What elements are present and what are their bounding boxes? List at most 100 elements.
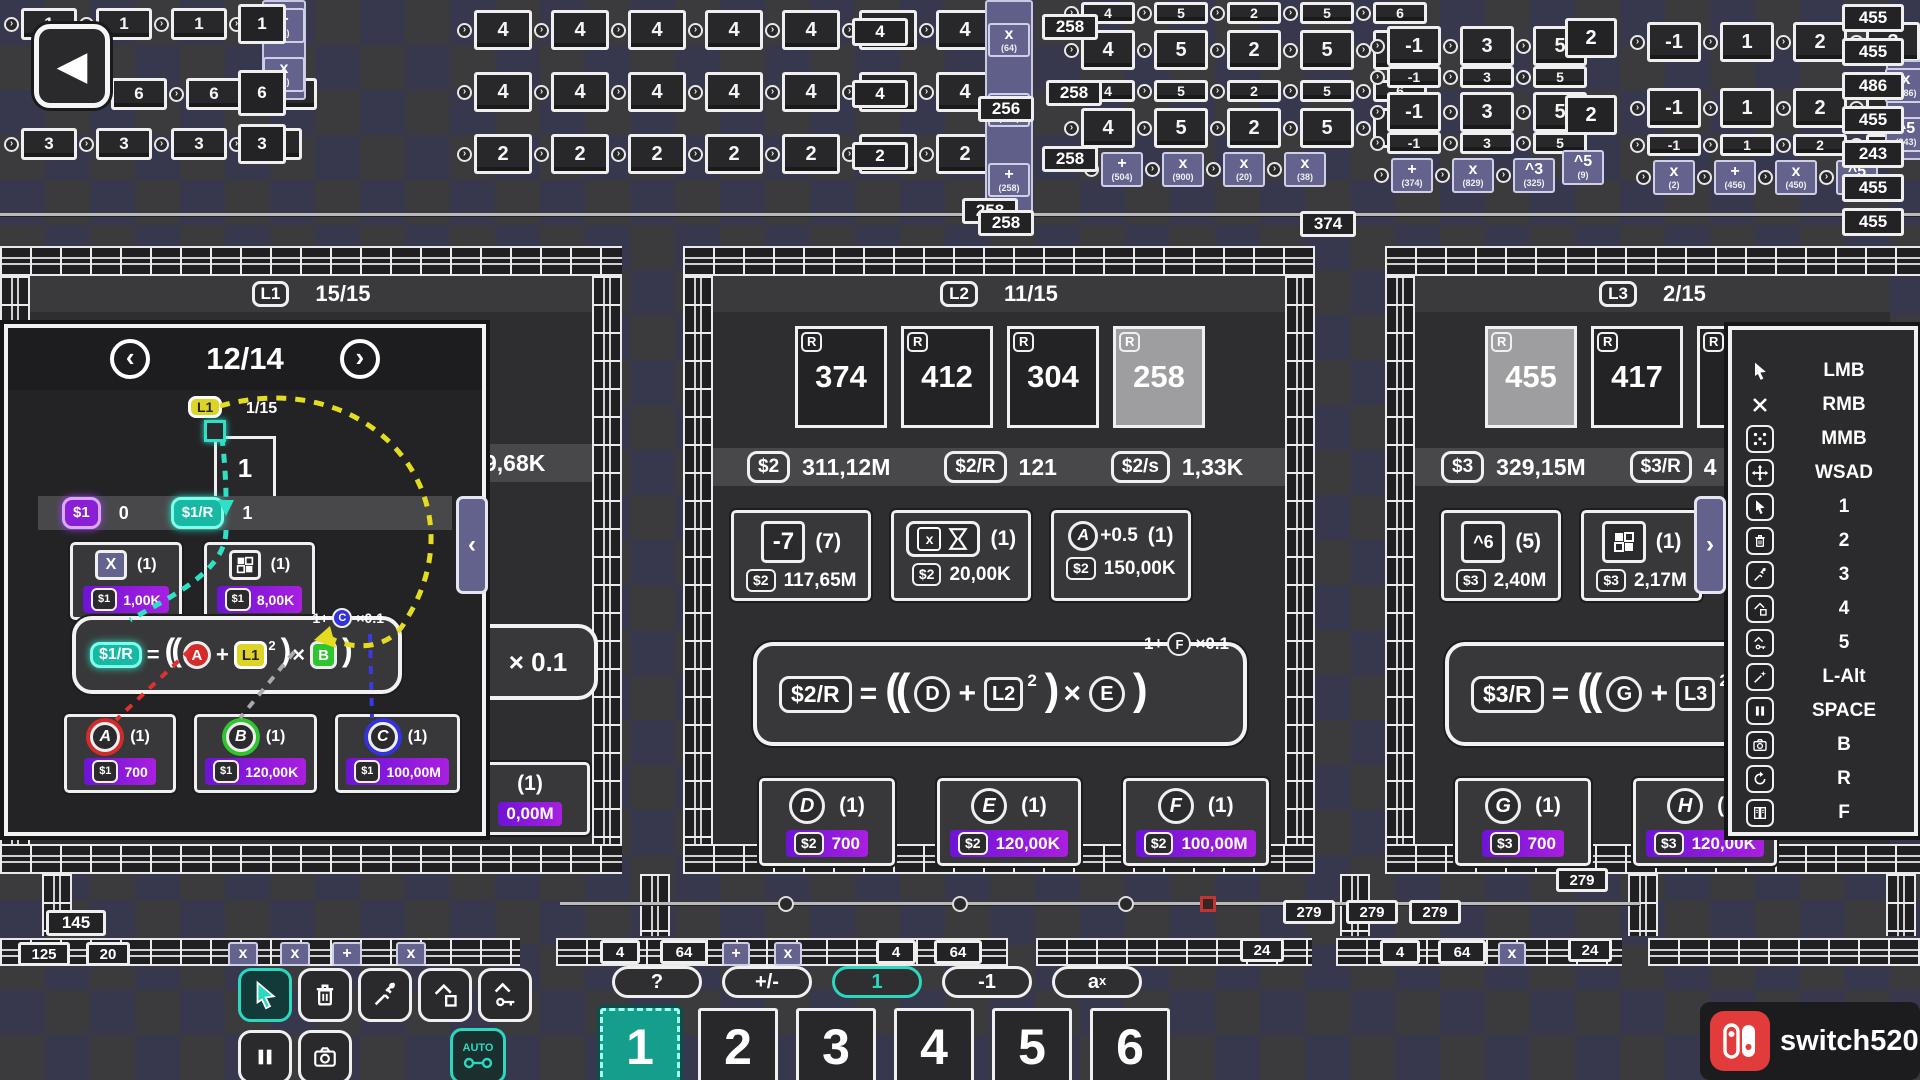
help-mode-pill[interactable]: ?	[612, 966, 702, 998]
resource-tile[interactable]: R455	[1485, 326, 1577, 428]
upgrade-multiply[interactable]: X(1) $11,00K	[70, 542, 182, 620]
number-tile[interactable]: 4	[705, 10, 763, 50]
next-page-button[interactable]: ›	[340, 339, 380, 379]
number-tile[interactable]: 1	[238, 4, 286, 44]
number-tile[interactable]: -1	[1647, 134, 1701, 156]
operator-module[interactable]: +(374)	[1391, 158, 1433, 193]
operator-module[interactable]: +	[722, 942, 750, 966]
operator-module[interactable]: +(504)	[1101, 152, 1143, 187]
upgrade-grid[interactable]: (1) $18,00K	[204, 542, 316, 620]
number-tile[interactable]: 3	[1460, 92, 1514, 132]
resource-tile[interactable]: R258	[1113, 326, 1205, 428]
variable-upgrade[interactable]: D(1) $2700	[759, 778, 895, 866]
pause-button[interactable]	[238, 1030, 292, 1080]
number-tile[interactable]: 2	[1227, 30, 1281, 70]
currency-pill[interactable]: $1/R	[171, 497, 225, 529]
minus-one-mode-pill[interactable]: -1	[942, 966, 1032, 998]
number-tile[interactable]: -1	[1647, 88, 1701, 128]
hotbar-key-6[interactable]: 6	[1090, 1008, 1170, 1080]
upgrade-reduce[interactable]: -7(7) $2117,65M	[731, 510, 871, 601]
number-tile[interactable]: 3	[171, 128, 227, 160]
number-tile[interactable]: 3	[21, 128, 77, 160]
upgrade-bonus[interactable]: A+0.5 (1) $2150,00K	[1051, 510, 1190, 601]
camera-button[interactable]	[298, 1030, 352, 1080]
number-tile[interactable]: 2	[1565, 95, 1617, 135]
number-tile[interactable]: 4	[551, 10, 609, 50]
number-tile[interactable]: 3	[1460, 132, 1514, 154]
operator-module[interactable]: +(258)	[988, 163, 1030, 198]
operator-module[interactable]: x(2)	[1653, 160, 1695, 195]
number-tile[interactable]: 2	[1793, 88, 1847, 128]
operator-module[interactable]: x(38)	[1284, 152, 1326, 187]
back-button[interactable]: ◀	[34, 24, 110, 108]
number-tile[interactable]: 2	[1227, 80, 1281, 102]
variable-upgrade[interactable]: G(1) $3700	[1455, 778, 1591, 866]
number-tile[interactable]: -1	[1387, 26, 1441, 66]
number-tile[interactable]: 6	[111, 78, 167, 110]
resource-tile[interactable]: R417	[1591, 326, 1683, 428]
number-tile[interactable]: 5	[1300, 80, 1354, 102]
variable-upgrade[interactable]: C(1) $1100,00M	[335, 714, 460, 793]
number-tile[interactable]: 5	[1154, 108, 1208, 148]
operator-module[interactable]: ^5(9)	[1562, 150, 1604, 185]
number-tile[interactable]: -1	[1387, 66, 1441, 88]
operator-module[interactable]: x	[1498, 942, 1526, 966]
resource-tile[interactable]: R374	[795, 326, 887, 428]
number-tile[interactable]: 4	[628, 72, 686, 112]
number-tile[interactable]: 3	[96, 128, 152, 160]
operator-module[interactable]: x(64)	[988, 23, 1030, 58]
number-tile[interactable]: -1	[1387, 132, 1441, 154]
upgrade-grid[interactable]: (1) $32,17M	[1581, 510, 1701, 601]
hotbar-key-1[interactable]: 1	[600, 1008, 680, 1080]
variable-upgrade[interactable]: (1) 0,00M	[470, 762, 590, 835]
variable-upgrade[interactable]: A(1) $1700	[64, 714, 176, 793]
upgrade-power[interactable]: ^6(5) $32,40M	[1441, 510, 1561, 601]
number-tile[interactable]: 4	[628, 10, 686, 50]
number-tile[interactable]: 5	[1300, 30, 1354, 70]
number-tile[interactable]: 3	[1460, 26, 1514, 66]
number-tile[interactable]: 5	[1154, 30, 1208, 70]
number-tile[interactable]: 3	[1460, 66, 1514, 88]
number-tile[interactable]: 2	[1227, 2, 1281, 24]
mini-resource-tile[interactable]: 1	[214, 436, 276, 500]
number-tile[interactable]: 4	[782, 72, 840, 112]
resource-tile[interactable]: R412	[901, 326, 993, 428]
number-tile[interactable]: 4	[551, 72, 609, 112]
number-tile[interactable]: 1	[1720, 22, 1774, 62]
belt-node-alert[interactable]	[1200, 896, 1216, 912]
number-tile[interactable]: 3	[238, 124, 286, 164]
paint-key-tool-button[interactable]	[478, 968, 532, 1022]
number-tile[interactable]: 2	[705, 134, 763, 174]
number-tile[interactable]: 6	[1373, 2, 1427, 24]
overlay-collapse-tab[interactable]: ‹	[456, 496, 488, 594]
number-tile[interactable]: 5	[1300, 108, 1354, 148]
number-tile[interactable]: 2	[1227, 108, 1281, 148]
operator-module[interactable]: x(829)	[1452, 158, 1494, 193]
number-tile[interactable]: 1	[1720, 88, 1774, 128]
number-box[interactable]: 4	[852, 80, 908, 108]
operator-module[interactable]: +	[332, 942, 362, 966]
one-mode-pill[interactable]: 1	[832, 966, 922, 998]
currency-pill[interactable]: $1	[62, 497, 101, 529]
operator-module[interactable]: x(900)	[1162, 152, 1204, 187]
number-tile[interactable]: 2	[628, 134, 686, 174]
plus-minus-mode-pill[interactable]: +/-	[722, 966, 812, 998]
hotbar-key-5[interactable]: 5	[992, 1008, 1072, 1080]
number-tile[interactable]: 4	[1081, 108, 1135, 148]
number-tile[interactable]: 4	[474, 10, 532, 50]
number-tile[interactable]: -1	[1387, 92, 1441, 132]
operator-module[interactable]: x	[396, 942, 426, 966]
number-tile[interactable]: 4	[782, 10, 840, 50]
legend-collapse-tab[interactable]: ›	[1694, 496, 1726, 594]
number-tile[interactable]: 2	[474, 134, 532, 174]
operator-module[interactable]: +(456)	[1714, 160, 1756, 195]
number-tile[interactable]: 6	[186, 78, 242, 110]
exponent-mode-pill[interactable]: ax	[1052, 966, 1142, 998]
number-tile[interactable]: 5	[1154, 80, 1208, 102]
number-tile[interactable]: 1	[1720, 134, 1774, 156]
auto-mode-button[interactable]: AUTO	[450, 1028, 506, 1080]
variable-upgrade[interactable]: F(1) $2100,00M	[1123, 778, 1269, 866]
operator-module[interactable]: x(20)	[1223, 152, 1265, 187]
number-tile[interactable]: 2	[1565, 18, 1617, 58]
number-tile[interactable]: 1	[171, 8, 227, 40]
